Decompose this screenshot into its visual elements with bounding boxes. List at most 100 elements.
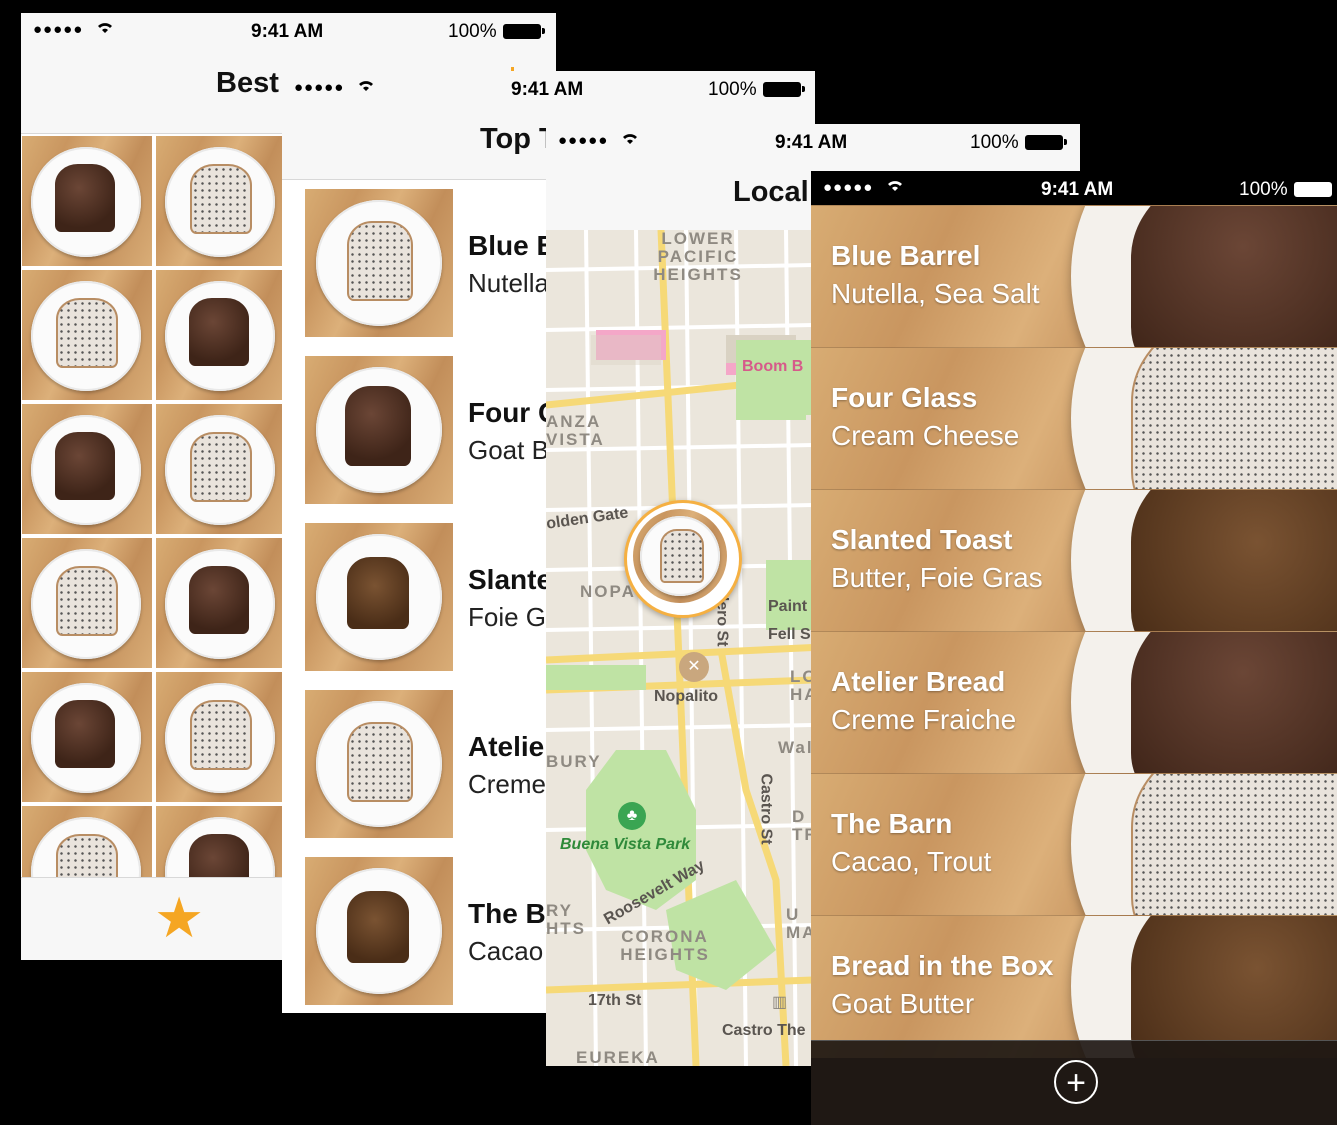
toast-thumbnail: [305, 857, 453, 1005]
map-label-castro-st: Castro St: [757, 773, 775, 845]
toast-toppings: Goat B: [468, 435, 549, 465]
map-label-wal: Wal: [778, 738, 814, 757]
battery-percent: 100%: [708, 79, 757, 100]
park-icon: ♣: [618, 802, 646, 830]
toast-toppings: Goat Butter: [831, 988, 975, 1019]
toast-toppings: Nutella, Sea Salt: [831, 278, 1040, 309]
battery-percent: 100%: [970, 132, 1019, 153]
battery-indicator: 100%: [448, 21, 545, 43]
toast-name: Blue B: [468, 230, 557, 261]
toast-photo: [1131, 348, 1337, 490]
plus-circle-icon[interactable]: +: [1054, 1060, 1098, 1104]
toast-name: Blue Barrel: [831, 240, 981, 271]
grid-item[interactable]: [156, 404, 286, 534]
battery-indicator: 100%: [1239, 179, 1336, 201]
toast-name: The Barn: [831, 808, 953, 839]
toast-photo: [1131, 774, 1337, 916]
toast-photo: [1131, 206, 1337, 348]
map-label-bury: BURY: [546, 752, 602, 771]
signal-icon: ●●●●●: [558, 132, 609, 149]
grid-item[interactable]: [156, 136, 286, 266]
toast-name: Atelie: [468, 731, 545, 762]
map-label-fell: Fell S: [768, 626, 811, 643]
battery-indicator: 100%: [708, 79, 805, 101]
status-bar: ●●●●● 9:41 AM 100%: [811, 171, 1337, 205]
pin-thumbnail: [633, 509, 727, 603]
grid-item[interactable]: [156, 538, 286, 668]
map-label-nopa: NOPA: [580, 582, 636, 601]
map-label-castro-theatre: Castro The: [722, 1022, 806, 1039]
signal-icon: ●●●●●: [823, 179, 874, 196]
battery-icon: [1024, 135, 1067, 150]
wifi-icon: [95, 19, 115, 41]
status-time: 9:41 AM: [511, 79, 584, 100]
toast-thumbnail: [305, 189, 453, 337]
grid-item[interactable]: [22, 270, 152, 400]
wifi-icon: [356, 77, 376, 99]
battery-percent: 100%: [1239, 179, 1288, 200]
page-title: Best: [216, 67, 279, 99]
toast-photo: [1131, 632, 1337, 774]
battery-icon: [762, 82, 805, 97]
toast-toppings: Creme: [468, 769, 547, 799]
toast-toppings: Nutella: [468, 268, 549, 298]
battery-percent: 100%: [448, 21, 497, 42]
toast-thumbnail: [305, 690, 453, 838]
map-label-17th: 17th St: [588, 992, 642, 1009]
toast-list: Blue Barrel Nutella, Sea Salt Four Glass…: [811, 205, 1337, 1058]
map-label-paint: Paint: [768, 598, 808, 615]
toast-name: The B: [468, 898, 546, 929]
star-icon[interactable]: ★: [154, 890, 204, 946]
list-item[interactable]: Four Glass Cream Cheese: [811, 347, 1337, 490]
toast-name: Four Glass: [831, 382, 978, 413]
map-label-buena-vista: Buena Vista Park: [560, 836, 691, 853]
map-label-hts: RY HTS: [546, 901, 586, 938]
toast-name: Slante: [468, 564, 553, 595]
wifi-icon: [620, 130, 640, 152]
map-label-anza-vista: ANZA VISTA: [546, 412, 605, 449]
map-label-lower-pacific: LOWER PACIFIC HEIGHTS: [653, 230, 743, 284]
grid-item[interactable]: [22, 136, 152, 266]
bottom-toolbar: +: [811, 1040, 1337, 1125]
status-bar: ●●●●● 9:41 AM 100%: [546, 124, 1080, 158]
landmark-icon: ▥: [772, 994, 788, 1011]
map-label-corona: CORONA HEIGHTS: [620, 927, 710, 964]
status-bar: ●●●●● 9:41 AM 100%: [21, 13, 556, 47]
battery-icon: [502, 24, 545, 39]
list-item[interactable]: Slanted Toast Butter, Foie Gras: [811, 489, 1337, 632]
toast-toppings: Cream Cheese: [831, 420, 1020, 451]
map-label-eureka: EUREKA: [576, 1048, 660, 1066]
map-pin[interactable]: [624, 500, 742, 618]
toast-photo: [1131, 916, 1337, 1058]
restaurant-icon[interactable]: ✕: [679, 652, 709, 682]
toast-thumbnail: [305, 356, 453, 504]
toast-toppings: Foie G: [468, 602, 547, 632]
toast-photo: [1131, 490, 1337, 632]
toast-toppings: Butter, Foie Gras: [831, 562, 1043, 593]
list-item[interactable]: Bread in the Box Goat Butter: [811, 915, 1337, 1058]
status-time: 9:41 AM: [1041, 179, 1114, 200]
toast-name: Bread in the Box: [831, 950, 1054, 981]
map-label-nopalito: Nopalito: [654, 688, 718, 705]
grid-item[interactable]: [22, 538, 152, 668]
grid-item[interactable]: [22, 672, 152, 802]
status-time: 9:41 AM: [775, 132, 848, 153]
toast-toppings: Creme Fraiche: [831, 704, 1017, 735]
wifi-icon: [885, 177, 905, 199]
toast-name: Slanted Toast: [831, 524, 1013, 555]
screen-list: ●●●●● 9:41 AM 100% Blue Barrel Nutella, …: [811, 171, 1337, 1125]
grid-item[interactable]: [156, 270, 286, 400]
list-item[interactable]: Atelier Bread Creme Fraiche: [811, 631, 1337, 774]
battery-icon: [1293, 182, 1336, 197]
toast-toppings: Cacao: [468, 936, 544, 966]
grid-item[interactable]: [22, 404, 152, 534]
toast-thumbnail: [305, 523, 453, 671]
toast-toppings: Cacao, Trout: [831, 846, 992, 877]
status-time: 9:41 AM: [251, 21, 324, 42]
list-item[interactable]: Blue Barrel Nutella, Sea Salt: [811, 205, 1337, 348]
status-bar: ●●●●● 9:41 AM 100%: [282, 71, 815, 105]
grid-item[interactable]: [156, 672, 286, 802]
list-item[interactable]: The Barn Cacao, Trout: [811, 773, 1337, 916]
map-label-boom: Boom B: [742, 358, 804, 375]
battery-indicator: 100%: [970, 132, 1067, 154]
